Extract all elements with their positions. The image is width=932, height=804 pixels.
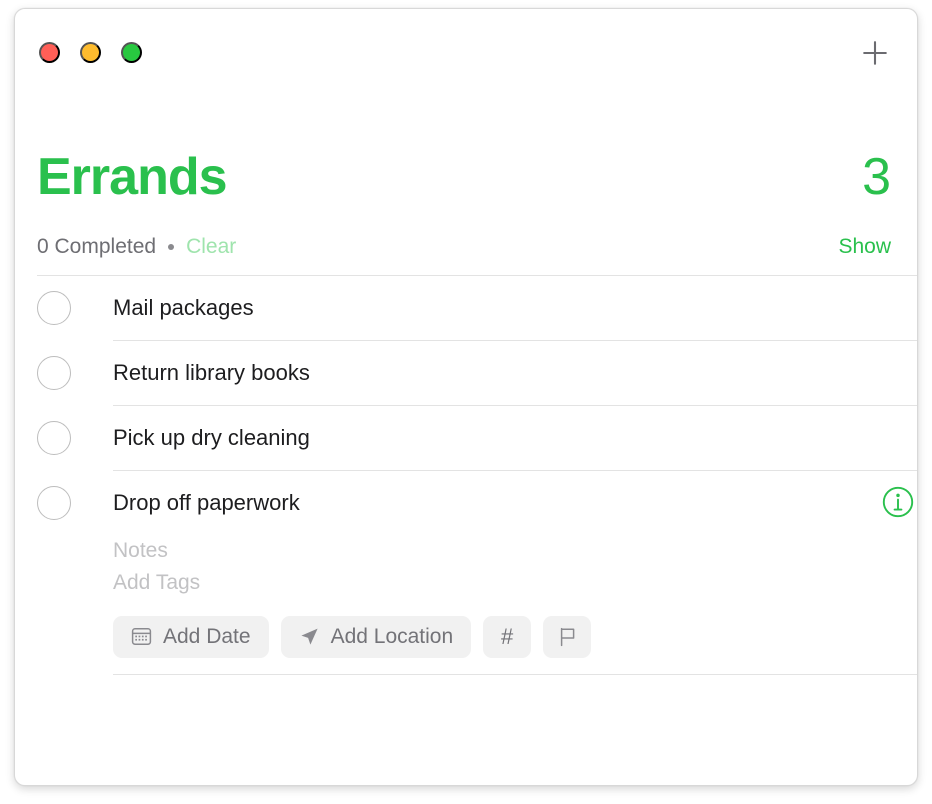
- navigation-arrow-icon: [299, 626, 320, 647]
- status-row: 0 Completed Clear Show: [15, 219, 917, 275]
- reminders-window: Errands 3 0 Completed Clear Show Mail pa…: [14, 8, 918, 786]
- task-main: Mail packages: [113, 276, 917, 340]
- add-reminder-button[interactable]: [857, 35, 893, 71]
- task-main: Drop off paperwork: [113, 471, 917, 535]
- task-row[interactable]: Mail packages: [15, 276, 917, 341]
- add-date-button[interactable]: Add Date: [113, 615, 269, 658]
- show-completed-button[interactable]: Show: [838, 235, 891, 259]
- task-title: Drop off paperwork: [113, 489, 300, 515]
- clear-completed-button[interactable]: Clear: [186, 235, 236, 259]
- task-body: Pick up dry cleaning: [113, 406, 917, 471]
- task-title: Pick up dry cleaning: [113, 424, 310, 450]
- title-bar: [15, 9, 917, 73]
- flag-button[interactable]: [543, 615, 592, 658]
- info-circle-icon: [881, 485, 915, 522]
- calendar-icon: [131, 626, 152, 647]
- task-row[interactable]: Pick up dry cleaning: [15, 406, 917, 471]
- minimize-window-button[interactable]: [80, 42, 101, 63]
- task-body: Drop off paperwork Notes Add Tags Add Da…: [113, 471, 917, 681]
- task-list: Mail packages Return library books Pick …: [15, 275, 917, 681]
- traffic-lights: [39, 42, 142, 63]
- task-title: Mail packages: [113, 294, 254, 320]
- plus-icon: [860, 38, 890, 68]
- task-row[interactable]: Return library books: [15, 341, 917, 406]
- task-row-expanded[interactable]: Drop off paperwork Notes Add Tags Add Da…: [15, 471, 917, 681]
- tags-field[interactable]: Add Tags: [113, 567, 917, 599]
- task-checkbox[interactable]: [37, 291, 71, 325]
- task-body: Return library books: [113, 341, 917, 406]
- close-window-button[interactable]: [39, 42, 60, 63]
- add-location-label: Add Location: [330, 624, 454, 648]
- add-tag-button[interactable]: #: [483, 615, 532, 658]
- task-checkbox[interactable]: [37, 486, 71, 520]
- task-main: Return library books: [113, 341, 917, 405]
- add-location-button[interactable]: Add Location: [280, 615, 472, 658]
- task-title: Return library books: [113, 359, 310, 385]
- page-title: Errands: [37, 148, 228, 206]
- flag-icon: [557, 626, 578, 648]
- task-checkbox[interactable]: [37, 356, 71, 390]
- task-detail: Notes Add Tags Add Date Add Location #: [113, 535, 917, 681]
- task-info-button[interactable]: [881, 485, 917, 522]
- task-checkbox[interactable]: [37, 421, 71, 455]
- reminder-count: 3: [862, 148, 891, 206]
- task-main: Pick up dry cleaning: [113, 406, 917, 470]
- add-date-label: Add Date: [163, 624, 251, 648]
- task-divider: [113, 673, 917, 675]
- completed-count-label: 0 Completed: [37, 235, 157, 258]
- task-body: Mail packages: [113, 276, 917, 341]
- list-header: Errands 3: [15, 73, 917, 219]
- hashtag-icon: #: [501, 623, 514, 649]
- maximize-window-button[interactable]: [121, 42, 142, 63]
- notes-field[interactable]: Notes: [113, 535, 917, 567]
- detail-action-bar: Add Date Add Location #: [113, 615, 917, 658]
- status-separator-dot: [168, 244, 175, 250]
